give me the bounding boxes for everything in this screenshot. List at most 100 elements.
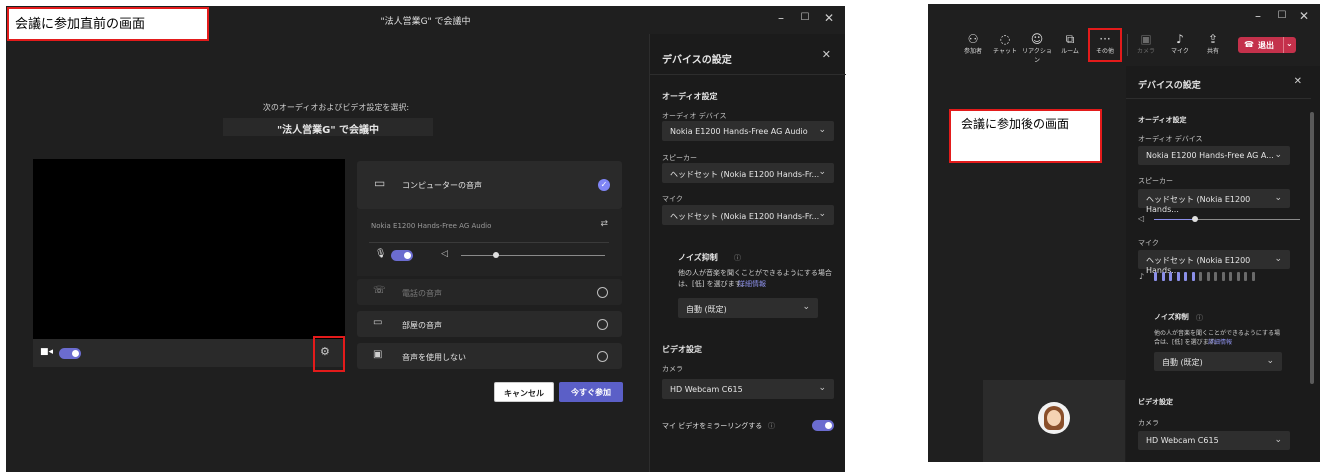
mic-icon: ♪ <box>1139 272 1145 281</box>
mirror-label: マイ ビデオをミラーリングする <box>662 422 763 430</box>
settings-highlight-box <box>313 336 345 372</box>
speaker-select[interactable]: ヘッドセット (Nokia E1200 Hands... ⌄ <box>1138 189 1290 214</box>
speaker-icon: ◁ <box>441 249 448 259</box>
video-settings-heading: ビデオ設定 <box>662 345 702 354</box>
camera-toggle[interactable] <box>59 348 81 359</box>
participants-button[interactable]: ⚇ 参加者 <box>957 32 989 55</box>
noise-suppression-title: ノイズ抑制 <box>1154 313 1189 321</box>
mirror-toggle[interactable] <box>812 420 834 431</box>
minimize-button[interactable]: – <box>769 11 793 25</box>
audio-option-phone-label: 電話の音声 <box>402 289 442 298</box>
people-icon: ⚇ <box>967 32 979 46</box>
video-camera-icon: ■◂ <box>40 347 54 357</box>
divider <box>1126 98 1311 99</box>
maximize-button[interactable]: ☐ <box>1270 10 1294 21</box>
audio-settings-heading: オーディオ設定 <box>1138 116 1187 124</box>
reactions-button[interactable]: ☺ リアクション <box>1021 32 1053 64</box>
room-radio[interactable] <box>597 319 608 330</box>
info-icon[interactable]: ⓘ <box>1196 313 1203 323</box>
mic-select[interactable]: ヘッドセット (Nokia E1200 Hands-Fr... ⌄ <box>662 205 834 225</box>
toolbar-divider <box>1127 34 1128 56</box>
mic-level-segment <box>1161 272 1165 281</box>
speaker-value: ヘッドセット (Nokia E1200 Hands... <box>1146 195 1251 214</box>
volume-slider-thumb[interactable] <box>1192 216 1198 222</box>
chevron-down-icon[interactable]: ⌄ <box>1286 39 1293 48</box>
chat-button[interactable]: ◌ チャット <box>989 32 1021 55</box>
noise-select[interactable]: 自動 (既定) ⌄ <box>678 298 818 318</box>
mic-level-segment <box>1229 272 1232 281</box>
audio-device-value: Nokia E1200 Hands-Free AG Audio <box>670 127 808 136</box>
prejoin-window: "法人営業G" で会議中 – ☐ ✕ 次のオーディオおよびビデオ設定を選択: "… <box>6 6 846 472</box>
phone-icon: ☏ <box>373 285 386 296</box>
audio-settings-heading: オーディオ設定 <box>662 92 718 101</box>
mic-button[interactable]: ♪ マイク <box>1164 32 1196 55</box>
close-button[interactable]: ✕ <box>817 11 841 25</box>
audio-option-none[interactable]: ▣ 音声を使用しない <box>357 343 622 369</box>
audio-option-room[interactable]: ▭ 部屋の音声 <box>357 311 622 337</box>
speaker-label: スピーカー <box>1138 177 1173 185</box>
more-highlight-box <box>1088 28 1122 62</box>
settings-panel-title: デバイスの設定 <box>1138 81 1201 91</box>
camera-label: カメラ <box>1138 419 1159 427</box>
divider <box>369 242 609 243</box>
mic-level-segment <box>1199 272 1202 281</box>
speaker-icon: ◁ <box>1138 214 1145 223</box>
mic-select[interactable]: ヘッドセット (Nokia E1200 Hands... ⌄ <box>1138 250 1290 275</box>
mic-level-segment <box>1236 272 1240 281</box>
camera-label: カメラ <box>662 365 683 373</box>
noise-select[interactable]: 自動 (既定) ⌄ <box>1154 352 1282 371</box>
mic-icon: ♪ <box>1176 32 1184 46</box>
audio-settings-icon[interactable]: ⇄ <box>600 219 608 229</box>
audio-device-select[interactable]: Nokia E1200 Hands-Free AG A... ⌄ <box>1138 146 1290 165</box>
none-radio[interactable] <box>597 351 608 362</box>
volume-slider[interactable] <box>461 255 605 256</box>
info-icon[interactable]: ⓘ <box>768 421 775 431</box>
mic-level-segment <box>1169 272 1172 281</box>
camera-value: HD Webcam C615 <box>1146 436 1219 445</box>
speaker-select[interactable]: ヘッドセット (Nokia E1200 Hands-Fr... ⌄ <box>662 163 834 183</box>
chevron-down-icon: ⌄ <box>1274 435 1282 445</box>
meeting-titlebar: – ☐ ✕ <box>928 4 1320 32</box>
scrollbar[interactable] <box>1310 112 1314 384</box>
volume-slider-thumb[interactable] <box>493 252 499 258</box>
share-button[interactable]: ⇪ 共有 <box>1197 32 1229 55</box>
leave-button[interactable]: ☎ 退出 ⌄ <box>1238 37 1296 53</box>
mic-level-segment <box>1191 272 1195 281</box>
noise-value: 自動 (既定) <box>1162 358 1203 367</box>
minimize-button[interactable]: – <box>1246 9 1270 23</box>
mic-level-segment <box>1176 272 1180 281</box>
chevron-down-icon: ⌄ <box>818 383 826 393</box>
learn-more-link[interactable]: 詳細情報 <box>738 279 766 289</box>
preview-controls: ■◂ ⚙ <box>33 339 345 367</box>
camera-select[interactable]: HD Webcam C615 ⌄ <box>1138 431 1290 450</box>
chevron-down-icon: ⌄ <box>818 167 826 177</box>
mic-level-segment <box>1251 272 1255 281</box>
noise-suppression-title: ノイズ抑制 <box>678 253 718 262</box>
close-button[interactable]: ✕ <box>1292 9 1316 23</box>
rooms-button[interactable]: ⧉ ルーム <box>1054 32 1086 55</box>
share-icon: ⇪ <box>1207 32 1219 46</box>
audio-option-computer-label: コンピューターの音声 <box>402 181 482 190</box>
info-icon[interactable]: ⓘ <box>734 253 741 263</box>
mic-toggle[interactable] <box>391 250 413 261</box>
learn-more-link[interactable]: 詳細情報 <box>1208 337 1232 346</box>
phone-radio[interactable] <box>597 287 608 298</box>
self-video-tile <box>983 380 1125 462</box>
audio-option-phone[interactable]: ☏ 電話の音声 <box>357 279 622 305</box>
camera-button[interactable]: ▣ カメラ <box>1130 32 1162 55</box>
noise-value: 自動 (既定) <box>686 305 727 314</box>
camera-select[interactable]: HD Webcam C615 ⌄ <box>662 379 834 399</box>
close-icon[interactable]: ✕ <box>1294 76 1302 87</box>
audio-option-computer[interactable]: ▭ コンピューターの音声 ✓ <box>357 161 622 209</box>
close-icon[interactable]: ✕ <box>822 48 831 61</box>
mic-label: マイク <box>1138 239 1159 247</box>
mic-level-segment <box>1244 272 1247 281</box>
meeting-name: "法人営業G" で会議中 <box>223 118 433 136</box>
join-now-button[interactable]: 今すぐ参加 <box>559 382 623 402</box>
maximize-button[interactable]: ☐ <box>793 12 817 23</box>
audio-device-select[interactable]: Nokia E1200 Hands-Free AG Audio ⌄ <box>662 121 834 141</box>
camera-value: HD Webcam C615 <box>670 385 743 394</box>
cancel-button[interactable]: キャンセル <box>494 382 554 402</box>
mic-level-segment <box>1214 272 1217 281</box>
camera-off-icon: ▣ <box>1140 32 1152 46</box>
